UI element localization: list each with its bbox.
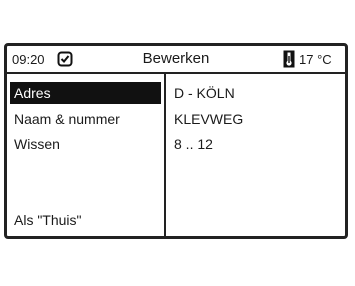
menu-item-wissen[interactable]: Wissen (10, 133, 161, 155)
outside-temperature: 17 °C (299, 52, 332, 67)
menu-item-adres[interactable]: Adres (10, 82, 161, 104)
display-screen: 09:20 Bewerken 17 °C Adres Naam & nummer… (4, 43, 348, 239)
address-number-range: 8 .. 12 (174, 136, 213, 152)
thermometer-icon (283, 50, 295, 68)
menu-item-als-thuis[interactable]: Als "Thuis" (10, 209, 161, 231)
address-street: KLEVWEG (174, 111, 244, 127)
menu-item-naam-nummer[interactable]: Naam & nummer (10, 108, 161, 130)
header-bar: 09:20 Bewerken 17 °C (7, 46, 345, 74)
column-divider (164, 74, 166, 236)
address-city: D - KÖLN (174, 85, 235, 101)
